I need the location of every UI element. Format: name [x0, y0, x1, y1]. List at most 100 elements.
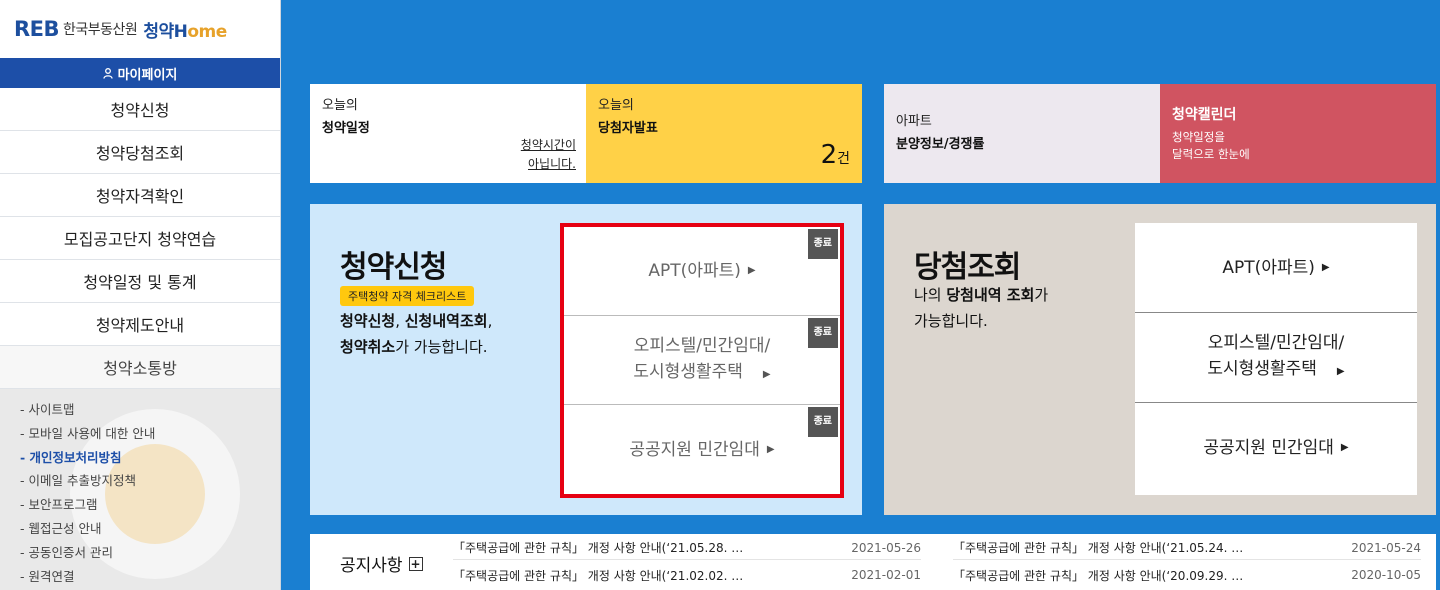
notice-section: 공지사항 + 「주택공급에 관한 규칙」 개정 사항 안내(‘21.05.28.…: [310, 534, 1436, 590]
menu-item-community[interactable]: 청약소통방: [0, 346, 280, 389]
winner-desc-t2: 가: [1034, 286, 1049, 304]
notice-row[interactable]: 「주택공급에 관한 규칙」 개정 사항 안내(‘21.05.28. … 2021…: [453, 536, 921, 560]
notice-row[interactable]: 「주택공급에 관한 규칙」 개정 사항 안내(‘20.09.29. … 2020…: [953, 563, 1421, 587]
winner-title: 당첨조회: [914, 250, 1021, 285]
main-menu: 청약신청 청약당첨조회 청약자격확인 모집공고단지 청약연습 청약일정 및 통계…: [0, 88, 280, 389]
apply-item-apt-label: APT(아파트): [648, 261, 741, 281]
mypage-label: 마이페이지: [117, 67, 178, 83]
triangle-right-icon: ▶: [762, 368, 771, 380]
link-sitemap[interactable]: - 사이트맵: [20, 398, 280, 422]
apply-item-officetel-line1: 오피스텔/민간임대/: [633, 335, 771, 356]
reb-logo-text: REB: [14, 17, 60, 41]
today-winners-count-value: 2: [820, 140, 838, 170]
menu-item-schedule-stats[interactable]: 청약일정 및 통계: [0, 260, 280, 303]
winner-item-officetel-line2: 도시형생활주택: [1207, 359, 1317, 379]
winner-list: APT(아파트) ▶ 오피스텔/민간임대/ 도시형생활주택 ▶ 공공지원 민간임대…: [1135, 223, 1417, 495]
closed-badge: 종료: [807, 407, 838, 437]
menu-item-system-guide[interactable]: 청약제도안내: [0, 303, 280, 346]
winner-item-public-rental[interactable]: 공공지원 민간임대 ▶: [1135, 403, 1417, 493]
today-schedule-line2: 청약일정: [322, 121, 370, 136]
apply-desc-t3: 가 가능합니다.: [395, 338, 488, 356]
link-email-policy[interactable]: - 이메일 추출방지정책: [20, 469, 280, 493]
today-schedule-note[interactable]: 청약시간이 아닙니다.: [521, 136, 576, 174]
apply-desc-t1: ,: [395, 312, 405, 330]
logo[interactable]: REB 한국부동산원 청약Home: [0, 0, 280, 58]
winner-item-public-rental-label: 공공지원 민간임대: [1203, 438, 1334, 458]
apply-desc: 청약신청, 신청내역조회, 청약취소가 가능합니다.: [340, 308, 492, 360]
triangle-right-icon: ▶: [1321, 261, 1330, 273]
notice-title: 공지사항 +: [340, 551, 423, 576]
apply-panel: 청약신청 주택청약 자격 체크리스트 청약신청, 신청내역조회, 청약취소가 가…: [310, 204, 862, 515]
winner-item-apt[interactable]: APT(아파트) ▶: [1135, 223, 1417, 313]
footer-links: - 사이트맵 - 모바일 사용에 대한 안내 - 개인정보처리방침 - 이메일 …: [0, 389, 280, 590]
org-name: 한국부동산원: [63, 22, 138, 38]
notice-row-title: 「주택공급에 관한 규칙」 개정 사항 안내(‘20.09.29. …: [953, 568, 1244, 583]
notice-row-date: 2021-05-24: [1351, 540, 1421, 555]
today-winners-card[interactable]: 오늘의 당첨자발표 2건: [586, 84, 862, 183]
apply-desc-b2: 신청내역조회: [404, 312, 488, 330]
checklist-badge[interactable]: 주택청약 자격 체크리스트: [340, 286, 475, 306]
link-accessibility[interactable]: - 웹접근성 안내: [20, 517, 280, 541]
triangle-right-icon: ▶: [1336, 366, 1345, 377]
notice-row-title: 「주택공급에 관한 규칙」 개정 사항 안내(‘21.05.24. …: [953, 541, 1244, 555]
today-schedule-note-line1: 청약시간이: [520, 138, 576, 152]
menu-item-eligibility[interactable]: 청약자격확인: [0, 174, 280, 217]
winner-desc-b1: 당첨내역 조회: [946, 286, 1035, 304]
today-schedule-card[interactable]: 오늘의 청약일정 청약시간이 아닙니다.: [310, 84, 586, 183]
triangle-right-icon: ▶: [766, 443, 775, 455]
notice-row[interactable]: 「주택공급에 관한 규칙」 개정 사항 안내(‘21.05.24. … 2021…: [953, 536, 1421, 560]
closed-badge: 종료: [807, 318, 838, 348]
calendar-title: 청약캘린더: [1172, 107, 1237, 123]
menu-item-practice[interactable]: 모집공고단지 청약연습: [0, 217, 280, 260]
menu-item-apply[interactable]: 청약신청: [0, 88, 280, 131]
calendar-desc-line2: 달력으로 한눈에: [1172, 147, 1250, 161]
calendar-card[interactable]: 청약캘린더 청약일정을 달력으로 한눈에: [1160, 84, 1436, 183]
today-winners-line2: 당첨자발표: [598, 121, 658, 136]
apply-item-officetel[interactable]: 종료 오피스텔/민간임대/ 도시형생활주택 ▶: [564, 316, 840, 405]
apply-desc-b1: 청약신청: [340, 312, 396, 330]
today-winners-count: 2건: [821, 140, 850, 170]
apply-desc-b3: 청약취소: [340, 338, 396, 356]
apply-item-public-rental[interactable]: 종료 공공지원 민간임대 ▶: [564, 405, 840, 494]
link-remote[interactable]: - 원격연결: [20, 565, 280, 589]
apt-info-card[interactable]: 아파트 분양정보/경쟁률: [884, 84, 1160, 183]
winner-item-officetel-line1: 오피스텔/민간임대/: [1207, 333, 1345, 353]
sidebar: REB 한국부동산원 청약Home 마이페이지 청약신청 청약당첨조회 청약자격…: [0, 0, 281, 590]
notice-row-date: 2020-10-05: [1351, 568, 1421, 582]
triangle-right-icon: ▶: [1340, 442, 1349, 453]
apply-title: 청약신청: [340, 250, 447, 285]
plus-icon[interactable]: +: [408, 556, 423, 571]
menu-item-winner-check[interactable]: 청약당첨조회: [0, 131, 280, 174]
apply-item-apt[interactable]: 종료 APT(아파트) ▶: [564, 227, 840, 316]
notice-row-title: 「주택공급에 관한 규칙」 개정 사항 안내(‘21.05.28. …: [453, 541, 744, 555]
calendar-desc: 청약일정을 달력으로 한눈에: [1172, 129, 1424, 163]
app-logo-rest: ome: [187, 21, 227, 42]
person-icon: [102, 67, 113, 79]
calendar-desc-line1: 청약일정을: [1172, 130, 1225, 144]
today-schedule-line1: 오늘의: [322, 98, 358, 113]
app-logo-ko: 청약: [143, 21, 174, 42]
link-mobile-guide[interactable]: - 모바일 사용에 대한 안내: [20, 422, 280, 446]
triangle-right-icon: ▶: [747, 265, 756, 276]
notice-title-label: 공지사항: [340, 556, 403, 576]
link-certificate[interactable]: - 공동인증서 관리: [20, 541, 280, 565]
winner-desc-t3: 가능합니다.: [914, 312, 988, 330]
notice-row[interactable]: 「주택공급에 관한 규칙」 개정 사항 안내(‘21.02.02. … 2021…: [453, 563, 921, 587]
notice-row-date: 2021-05-26: [851, 540, 921, 555]
notice-row-title: 「주택공급에 관한 규칙」 개정 사항 안내(‘21.02.02. …: [453, 568, 744, 583]
winner-panel: 당첨조회 나의 당첨내역 조회가 가능합니다. APT(아파트) ▶ 오피스텔/…: [884, 204, 1436, 515]
mypage-button[interactable]: 마이페이지: [0, 58, 280, 88]
app-logo: 청약Home: [143, 17, 227, 42]
apply-list-highlighted: 종료 APT(아파트) ▶ 종료 오피스텔/민간임대/ 도시형생활주택 ▶ 종료 …: [560, 223, 844, 498]
today-schedule-note-line2: 아닙니다.: [528, 157, 576, 171]
winner-desc: 나의 당첨내역 조회가 가능합니다.: [914, 282, 1048, 334]
app-logo-h: H: [173, 21, 188, 42]
notice-row-date: 2021-02-01: [851, 568, 921, 582]
winner-item-officetel[interactable]: 오피스텔/민간임대/ 도시형생활주택 ▶: [1135, 313, 1417, 403]
link-security-program[interactable]: - 보안프로그램: [20, 493, 280, 517]
winner-item-apt-label: APT(아파트): [1222, 257, 1315, 278]
today-winners-count-unit: 건: [837, 151, 850, 167]
link-privacy[interactable]: - 개인정보처리방침: [20, 446, 280, 470]
winner-desc-t1: 나의: [914, 286, 947, 304]
apply-item-public-rental-label: 공공지원 민간임대: [629, 439, 760, 460]
